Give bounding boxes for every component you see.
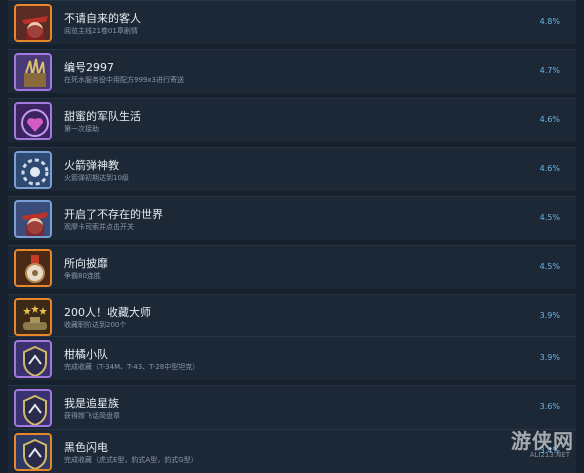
achievement-row[interactable]: 开启了不存在的世界 观摩卡司索并点击开关 4.5% <box>8 196 576 240</box>
heart-badge-icon <box>14 102 52 140</box>
achievement-percentage: 3.6% <box>539 402 560 411</box>
achievement-desc: 完成收藏（T-34M、T-43、T-28中型坦克） <box>64 363 200 371</box>
achievement-title: 编号2997 <box>64 61 114 74</box>
shield-badge-icon <box>14 340 52 378</box>
achievement-percentage: 4.5% <box>539 213 560 222</box>
achievement-desc: 收藏职阶达到200个 <box>64 321 127 329</box>
achievement-title: 不请自来的客人 <box>64 12 141 25</box>
watermark-text: 游侠网 <box>511 429 574 453</box>
achievement-desc: 完成收藏（虎式E型，豹式A型，豹式G型） <box>64 456 198 464</box>
achievement-row[interactable]: 所向披靡 争霸80连胜 4.5% <box>8 245 576 289</box>
achievement-row[interactable]: 不请自来的客人 阅览主线21卷01章剧情 4.8% <box>8 0 576 44</box>
achievement-title: 火箭弹神教 <box>64 159 119 172</box>
medal-icon <box>14 249 52 287</box>
achievement-desc: 阅览主线21卷01章剧情 <box>64 27 138 35</box>
gift-box-icon <box>14 53 52 91</box>
achievement-row[interactable]: 火箭弹神教 火箭弹初期达到10级 4.6% <box>8 147 576 191</box>
rocket-gear-icon <box>14 151 52 189</box>
achievement-title: 我是追星族 <box>64 397 119 410</box>
achievement-percentage: 4.5% <box>539 262 560 271</box>
achievement-desc: 获得嫦飞话简盘章 <box>64 412 120 420</box>
achievement-desc: 在死水服务役中用配方999x3进行寄送 <box>64 76 184 84</box>
achievement-desc: 第一次接助 <box>64 125 99 133</box>
achievement-desc: 争霸80连胜 <box>64 272 101 280</box>
achievement-title: 甜蜜的军队生活 <box>64 110 141 123</box>
achievement-row[interactable]: 柑橘小队 完成收藏（T-34M、T-43、T-28中型坦克） 3.9% <box>8 336 576 380</box>
achievement-percentage: 4.8% <box>539 17 560 26</box>
achievement-percentage: 4.6% <box>539 115 560 124</box>
achievement-list: 不请自来的客人 阅览主线21卷01章剧情 4.8% 编号2997 在死水服务役中… <box>0 0 584 473</box>
red-hat-girl-icon <box>14 200 52 238</box>
achievement-title: 所向披靡 <box>64 257 108 270</box>
achievement-row[interactable]: 我是追星族 获得嫦飞话简盘章 3.6% <box>8 385 576 429</box>
achievement-row[interactable]: 黑色闪电 完成收藏（虎式E型，豹式A型，豹式G型） 3.4% <box>8 429 576 473</box>
tank-stars-icon <box>14 298 52 336</box>
achievement-row[interactable]: 甜蜜的军队生活 第一次接助 4.6% <box>8 98 576 142</box>
shield-badge-icon <box>14 433 52 471</box>
shield-badge-icon <box>14 389 52 427</box>
achievement-percentage: 3.9% <box>539 311 560 320</box>
achievement-desc: 观摩卡司索并点击开关 <box>64 223 134 231</box>
achievement-title: 黑色闪电 <box>64 441 108 454</box>
achievement-row[interactable]: 200人！收藏大师 收藏职阶达到200个 3.9% <box>8 294 576 338</box>
achievement-desc: 火箭弹初期达到10级 <box>64 174 129 182</box>
red-hat-girl-icon <box>14 4 52 42</box>
achievement-percentage: 3.9% <box>539 353 560 362</box>
watermark-url: ALI213.NET <box>529 451 570 459</box>
achievement-percentage: 4.6% <box>539 164 560 173</box>
achievement-row[interactable]: 编号2997 在死水服务役中用配方999x3进行寄送 4.7% <box>8 49 576 93</box>
achievement-percentage: 4.7% <box>539 66 560 75</box>
site-watermark: 游侠网 ALI213.NET <box>494 421 574 465</box>
achievement-title: 200人！收藏大师 <box>64 306 151 319</box>
achievement-title: 开启了不存在的世界 <box>64 208 163 221</box>
achievement-title: 柑橘小队 <box>64 348 108 361</box>
